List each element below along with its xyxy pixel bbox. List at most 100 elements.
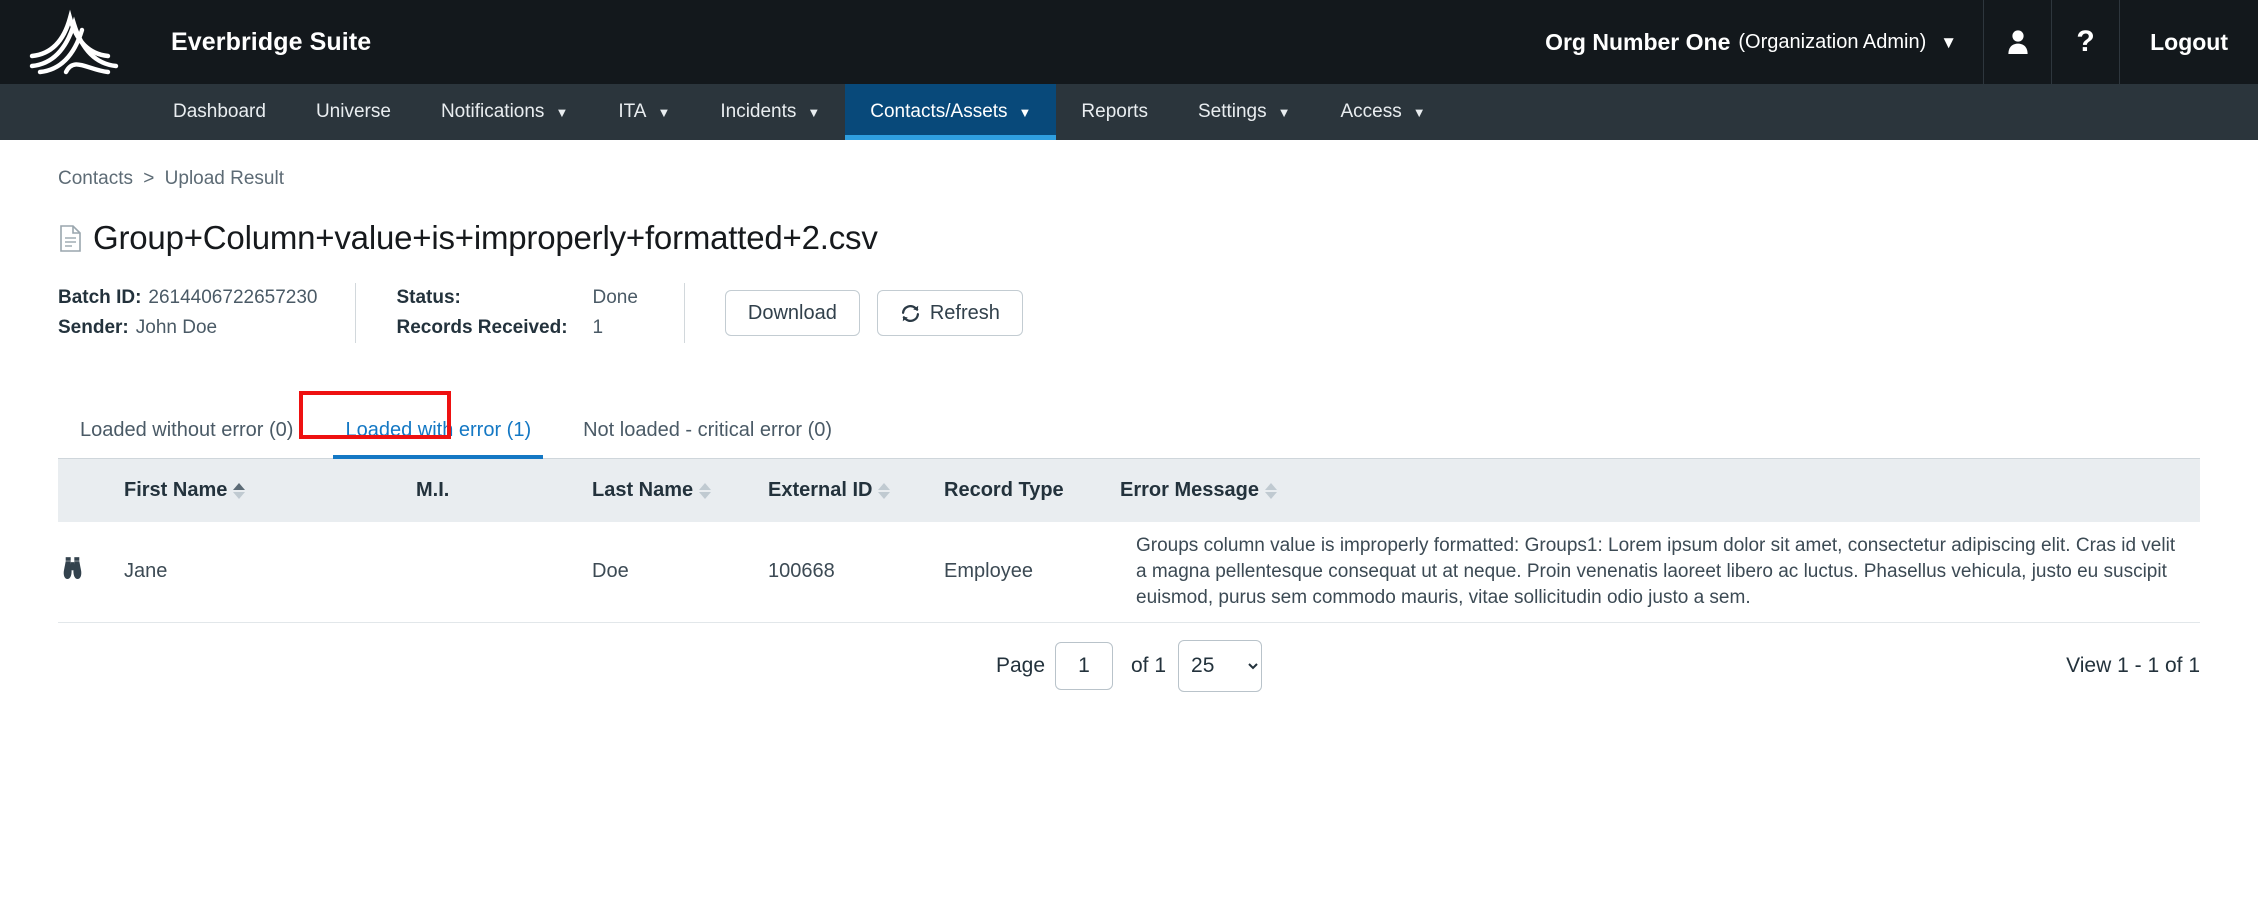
tab-not-loaded-critical-error[interactable]: Not loaded - critical error (0) <box>557 407 858 458</box>
pagination: Page of 1 25 50 100 <box>995 639 1263 692</box>
sender-label: Sender: <box>58 317 129 338</box>
view-count-label: View 1 - 1 of 1 <box>2066 653 2200 677</box>
col-label: First Name <box>124 479 228 501</box>
meta-col-status: Status: Done Records Received: 1 <box>356 283 683 343</box>
logout-button[interactable]: Logout <box>2119 0 2258 84</box>
chevron-down-icon: ▼ <box>555 104 569 120</box>
nav-item-universe[interactable]: Universe <box>291 84 416 140</box>
nav-label: ITA <box>618 101 647 122</box>
nav-item-incidents[interactable]: Incidents ▼ <box>695 84 845 140</box>
col-middle-initial: M.I. <box>416 459 592 522</box>
refresh-icon <box>900 303 921 324</box>
nav-label: Incidents <box>720 101 797 122</box>
col-record-type: Record Type <box>944 459 1120 522</box>
col-last-name[interactable]: Last Name <box>592 459 768 522</box>
sort-icon-external-id[interactable] <box>878 482 891 499</box>
chevron-down-icon: ▼ <box>657 104 671 120</box>
nav-item-contacts-assets[interactable]: Contacts/Assets ▼ <box>845 84 1057 140</box>
chevron-down-icon: ▼ <box>1277 104 1291 120</box>
action-buttons: Download Refresh <box>685 283 1023 343</box>
breadcrumb-upload-result: Upload Result <box>164 168 284 189</box>
col-label: External ID <box>768 479 873 501</box>
nav-label: Reports <box>1081 101 1148 122</box>
cell-first-name: Jane <box>124 522 416 623</box>
org-switcher[interactable]: Org Number One (Organization Admin) ▼ <box>1525 0 1983 84</box>
tab-loaded-with-error[interactable]: Loaded with error (1) <box>319 407 557 459</box>
binoculars-icon[interactable] <box>58 554 87 583</box>
chevron-down-icon: ▼ <box>1412 104 1426 120</box>
nav-item-ita[interactable]: ITA ▼ <box>593 84 695 140</box>
col-label: Error Message <box>1120 479 1259 501</box>
chevron-down-icon: ▼ <box>807 104 821 120</box>
nav-item-dashboard[interactable]: Dashboard <box>148 84 291 140</box>
sender-row: Sender: John Doe <box>58 313 317 343</box>
tab-label: Loaded with error (1) <box>345 419 532 441</box>
sort-icon-first-name[interactable] <box>233 482 246 499</box>
cell-record-type: Employee <box>944 522 1120 623</box>
org-name: Org Number One <box>1545 28 1731 55</box>
cell-last-name: Doe <box>592 522 768 623</box>
sender-value: John Doe <box>135 317 218 338</box>
everbridge-logo[interactable] <box>0 0 148 84</box>
page-title: Group+Column+value+is+improperly+formatt… <box>93 219 878 256</box>
records-received-value: 1 <box>592 317 604 338</box>
document-icon <box>60 224 81 252</box>
nav-item-settings[interactable]: Settings ▼ <box>1173 84 1316 140</box>
tab-label: Not loaded - critical error (0) <box>583 419 833 441</box>
page-label: Page <box>995 653 1045 677</box>
results-table-wrap: First Name M.I. Last Name External ID Re… <box>58 459 2200 623</box>
table-header-row: First Name M.I. Last Name External ID Re… <box>58 459 2200 522</box>
batch-id-row: Batch ID: 2614406722657230 <box>58 283 317 313</box>
help-icon[interactable]: ? <box>2051 0 2119 84</box>
col-external-id[interactable]: External ID <box>768 459 944 522</box>
nav-item-access[interactable]: Access ▼ <box>1315 84 1450 140</box>
sort-icon-error-message[interactable] <box>1264 482 1277 499</box>
user-icon[interactable] <box>1983 0 2051 84</box>
cell-middle-initial <box>416 522 592 623</box>
row-view-action[interactable] <box>58 522 124 623</box>
records-received-label: Records Received: <box>396 317 568 338</box>
page-content: Contacts > Upload Result Group+Column+va… <box>0 140 2258 709</box>
table-body: Jane Doe 100668 Employee Groups column v… <box>58 522 2200 623</box>
nav-label: Access <box>1340 101 1402 122</box>
download-label: Download <box>747 301 837 324</box>
tab-label: Loaded without error (0) <box>80 419 294 441</box>
refresh-label: Refresh <box>929 301 1000 324</box>
nav-item-notifications[interactable]: Notifications ▼ <box>416 84 593 140</box>
sort-icon-last-name[interactable] <box>699 482 712 499</box>
batch-id-label: Batch ID: <box>58 287 142 308</box>
col-label: M.I. <box>416 479 450 501</box>
result-tabs-wrap: Loaded without error (0) Loaded with err… <box>58 391 2200 459</box>
tab-loaded-without-error[interactable]: Loaded without error (0) <box>58 407 319 458</box>
table-row[interactable]: Jane Doe 100668 Employee Groups column v… <box>58 522 2200 623</box>
records-received-row: Records Received: 1 <box>396 313 637 343</box>
col-label: Last Name <box>592 479 694 501</box>
page-input[interactable] <box>1055 641 1113 690</box>
file-title-row: Group+Column+value+is+improperly+formatt… <box>60 219 2200 257</box>
nav-item-reports[interactable]: Reports <box>1056 84 1173 140</box>
nav-label: Universe <box>315 101 391 122</box>
col-error-message[interactable]: Error Message <box>1120 459 2200 522</box>
page-total-label: of 1 <box>1131 653 1167 677</box>
cell-external-id: 100668 <box>768 522 944 623</box>
col-label: Record Type <box>944 479 1064 501</box>
status-value: Done <box>592 287 638 308</box>
app-title: Everbridge Suite <box>171 27 372 56</box>
breadcrumb-contacts[interactable]: Contacts <box>58 168 133 189</box>
col-first-name[interactable]: First Name <box>124 459 416 522</box>
org-role: (Organization Admin) <box>1738 30 1927 53</box>
error-message-text: Groups column value is improperly format… <box>1136 534 2176 608</box>
refresh-button[interactable]: Refresh <box>876 290 1023 336</box>
status-row: Status: Done <box>396 283 637 313</box>
breadcrumb: Contacts > Upload Result <box>58 140 2200 190</box>
breadcrumb-separator: > <box>143 168 155 189</box>
table-head: First Name M.I. Last Name External ID Re… <box>58 459 2200 522</box>
page-size-select[interactable]: 25 50 100 <box>1178 639 1263 692</box>
nav-label: Dashboard <box>173 101 266 122</box>
result-tabs: Loaded without error (0) Loaded with err… <box>58 407 2200 459</box>
batch-id-value: 2614406722657230 <box>148 287 318 308</box>
cell-error-message: Groups column value is improperly format… <box>1120 522 2200 623</box>
download-button[interactable]: Download <box>724 290 860 336</box>
meta-col-batch: Batch ID: 2614406722657230 Sender: John … <box>58 283 355 343</box>
